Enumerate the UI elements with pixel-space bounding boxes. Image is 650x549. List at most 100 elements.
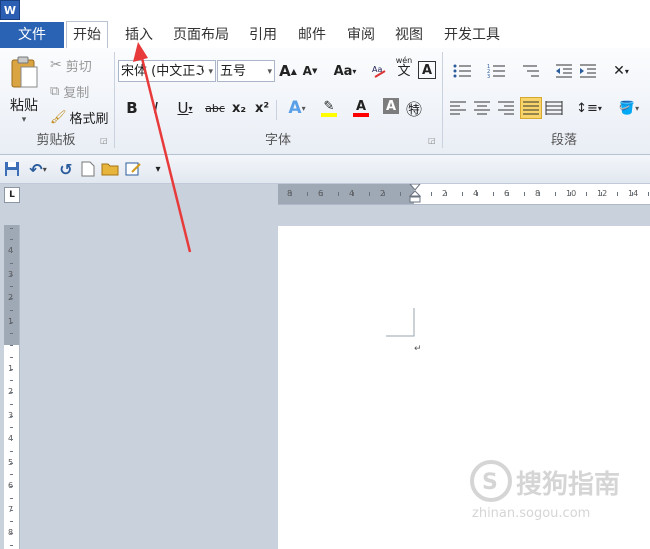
svg-text:3: 3 (487, 74, 490, 79)
ruler-tick (430, 192, 432, 196)
save-icon (5, 162, 19, 176)
format-painter-label: 格式刷 (69, 111, 109, 127)
numbering-icon: 123 (487, 64, 505, 79)
word-app-icon[interactable]: W (0, 0, 20, 20)
underline-button[interactable]: U ▾ (170, 98, 200, 118)
align-center-button[interactable] (472, 98, 492, 118)
char-border-icon: A (421, 62, 433, 78)
svg-text:S: S (482, 470, 498, 495)
customize-qat-button[interactable]: ▾ (148, 159, 168, 179)
justify-button[interactable] (520, 97, 542, 119)
superscript-icon: x² (254, 100, 270, 116)
font-size-value: 五号 (220, 64, 247, 79)
ruler-tick (539, 192, 540, 196)
enclose-char-button[interactable]: ㊕ (404, 98, 424, 119)
ruler-tick (647, 192, 649, 196)
clipboard-launcher-icon[interactable]: ◲ (100, 136, 108, 145)
ruler-tick (10, 227, 13, 229)
text-effect-button[interactable]: A ▾ (282, 98, 312, 118)
vertical-ruler[interactable]: 432112345678 (4, 225, 20, 549)
shading-button[interactable]: 🪣 ▾ (614, 98, 644, 118)
chevron-down-icon: ▾ (267, 67, 272, 77)
tab-review[interactable]: 审阅 (341, 22, 381, 48)
numbering-button[interactable]: 123 (482, 61, 512, 81)
ruler-tick (570, 192, 571, 196)
tab-home[interactable]: 开始 (66, 21, 108, 49)
copy-button[interactable]: ⧉ 复制 (50, 80, 89, 102)
subscript-icon: x₂ (231, 100, 247, 116)
save-button[interactable] (2, 159, 22, 179)
change-case-icon: Aa (333, 63, 353, 79)
group-separator (114, 52, 115, 148)
ruler-margin-area (278, 184, 414, 204)
char-shading-button[interactable]: A (383, 98, 399, 114)
paintbrush-icon: 🖌 (50, 109, 67, 125)
tab-file[interactable]: 文件 (0, 22, 64, 48)
ruler-tick (10, 439, 13, 440)
change-case-button[interactable]: Aa ▾ (330, 61, 360, 81)
format-painter-button[interactable]: 🖌 格式刷 (50, 106, 109, 128)
edit-button[interactable] (124, 159, 144, 179)
paragraph-mark: ↵ (414, 344, 422, 354)
redo-button[interactable]: ↺ (56, 159, 76, 179)
tab-page-layout[interactable]: 页面布局 (167, 22, 235, 48)
ruler-tick (10, 544, 13, 546)
bold-button[interactable]: B (122, 98, 142, 118)
undo-icon: ↶ (29, 159, 43, 179)
ruler-tick (322, 192, 323, 196)
char-border-button[interactable]: A (418, 61, 436, 79)
open-button[interactable] (100, 159, 120, 179)
strikethrough-icon: abc (205, 101, 225, 115)
horizontal-ruler[interactable]: 8 6 4 2 2 4 6 8 10 12 14 (278, 184, 650, 205)
ruler-tick (508, 192, 509, 196)
cut-button[interactable]: ✂ 剪切 (50, 54, 92, 76)
increase-indent-button[interactable] (578, 61, 598, 81)
superscript-button[interactable]: x² (252, 98, 272, 118)
bullets-button[interactable] (448, 61, 478, 81)
ruler-tick (10, 286, 13, 288)
ruler-tick (616, 192, 618, 196)
tab-mailings[interactable]: 邮件 (292, 22, 332, 48)
tab-insert[interactable]: 插入 (119, 22, 159, 48)
ruler-tick (10, 251, 13, 252)
indent-marker-icon[interactable] (408, 184, 422, 204)
strikethrough-button[interactable]: abc (203, 98, 227, 118)
line-spacing-button[interactable]: ↕≡ ▾ (574, 98, 604, 118)
font-launcher-icon[interactable]: ◲ (428, 136, 436, 145)
align-left-button[interactable] (448, 98, 468, 118)
chevron-down-icon: ▾ (155, 163, 161, 175)
shrink-font-button[interactable]: A ▼ (300, 61, 320, 81)
decrease-indent-button[interactable] (554, 61, 574, 81)
margin-corner-mark (386, 308, 415, 337)
align-right-button[interactable] (496, 98, 516, 118)
subscript-button[interactable]: x₂ (229, 98, 249, 118)
italic-button[interactable]: I (146, 98, 166, 118)
tab-references[interactable]: 引用 (243, 22, 283, 48)
undo-button[interactable]: ↶ ▾ (24, 159, 52, 179)
clipboard-group-label: 剪贴板 (36, 133, 76, 148)
ruler-tick (10, 450, 13, 452)
shrink-font-icon: A (302, 64, 312, 78)
highlight-button[interactable]: ✎ (314, 98, 344, 118)
font-size-dropdown[interactable]: 五号 ▾ (217, 60, 275, 82)
watermark-url: zhinan.sogou.com (472, 506, 591, 521)
new-document-button[interactable] (78, 159, 98, 179)
distributed-button[interactable] (544, 98, 564, 118)
clear-format-icon[interactable]: Aa (370, 61, 390, 81)
grow-font-button[interactable]: A ▲ (278, 61, 298, 81)
font-color-button[interactable]: A (346, 98, 376, 118)
tab-stop-selector[interactable]: L (4, 187, 20, 203)
phonetic-guide-button[interactable]: wén 文 (394, 57, 414, 79)
ruler-tick (10, 462, 13, 464)
tab-developer[interactable]: 开发工具 (438, 22, 506, 48)
chinese-layout-button[interactable]: ✕ ▾ (606, 61, 636, 81)
grow-font-icon: A (279, 62, 291, 80)
multilevel-list-button[interactable] (516, 61, 546, 81)
ruler-tick (399, 192, 401, 196)
paste-button[interactable]: 粘贴 ▾ (4, 52, 44, 128)
scissors-icon: ✂ (50, 57, 62, 73)
underline-icon: U (177, 99, 189, 117)
tab-view[interactable]: 视图 (389, 22, 429, 48)
font-name-dropdown[interactable]: 宋体 (中文正ℑ ▾ (118, 60, 216, 82)
char-shading-icon: A (385, 98, 397, 114)
